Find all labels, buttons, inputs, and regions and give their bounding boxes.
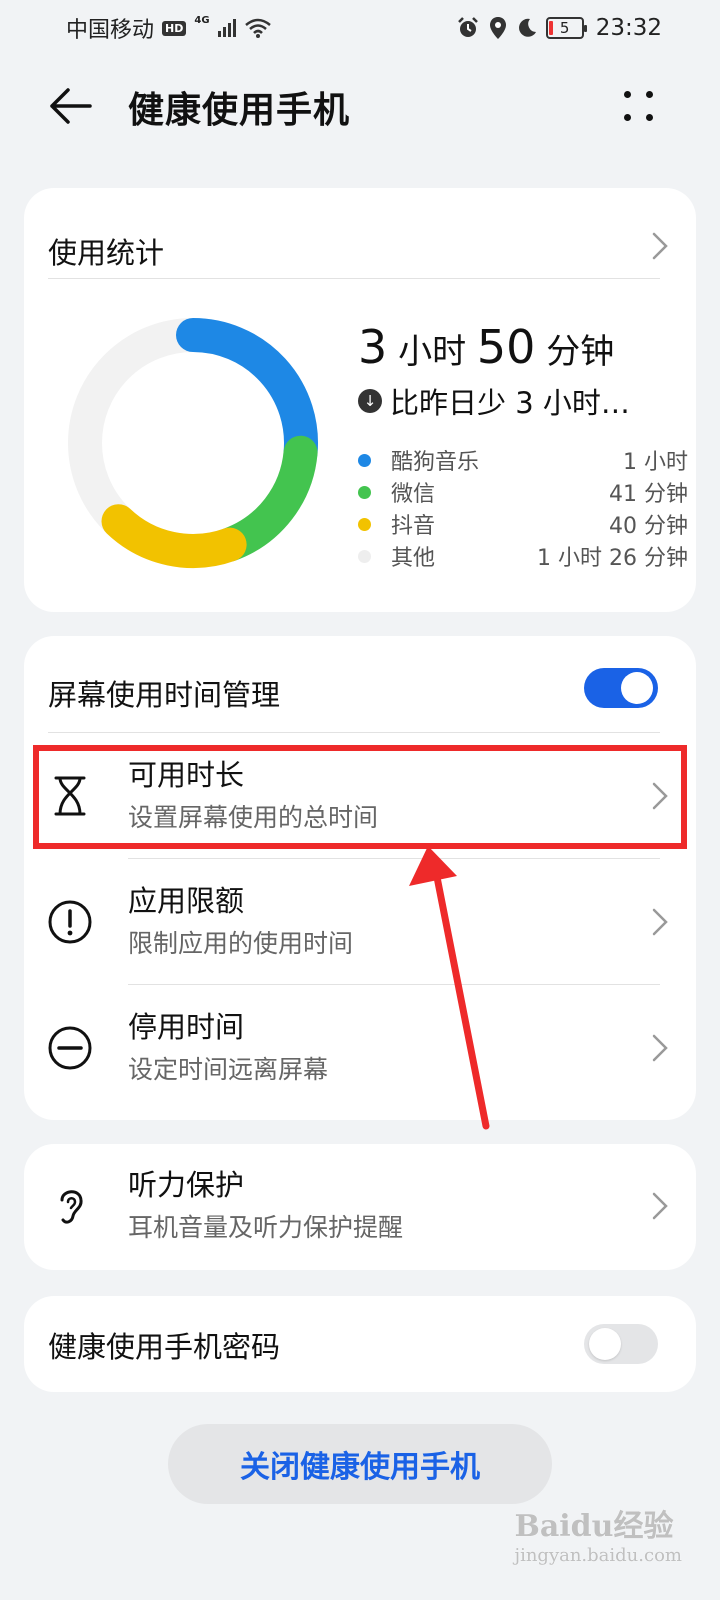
hearing-title: 听力保护 — [128, 1168, 245, 1202]
item-title: 应用限额 — [128, 884, 245, 918]
toggle-knob — [621, 672, 653, 704]
item-subtitle: 限制应用的使用时间 — [128, 929, 354, 958]
close-healthy-usage-button[interactable]: 关闭健康使用手机 — [168, 1424, 552, 1504]
status-left: 中国移动 HD 4G — [66, 12, 272, 44]
password-card: 健康使用手机密码 — [24, 1296, 696, 1392]
back-arrow-icon — [50, 88, 92, 124]
screen-time-card: 屏幕使用时间管理 可用时长 设置屏幕使用的总时间 应用限额 限制应用的使用时间 — [24, 636, 696, 1120]
legend-dot — [358, 453, 371, 467]
chevron-right-icon[interactable] — [652, 232, 668, 260]
watermark-sub: jingyan.baidu.com — [514, 1545, 682, 1566]
arrow-down-icon: ↓ — [358, 389, 382, 413]
clock: 23:32 — [595, 15, 662, 41]
app-limit-item[interactable]: 应用限额 限制应用的使用时间 — [24, 860, 696, 984]
usage-legend: 酷狗音乐 1 小时 微信 41 分钟 抖音 40 分钟 其他 1 小时 26 分… — [358, 444, 688, 572]
carrier-label: 中国移动 — [66, 18, 155, 43]
hd-badge: HD — [162, 20, 187, 36]
legend-app-name: 微信 — [391, 482, 436, 507]
legend-dot — [358, 485, 371, 499]
legend-app-name: 抖音 — [391, 514, 436, 539]
legend-app-value: 1 小时 26 分钟 — [537, 546, 688, 571]
donut-segment — [212, 435, 318, 562]
legend-item: 酷狗音乐 1 小时 — [358, 444, 688, 476]
app-header: 健康使用手机 — [0, 66, 720, 146]
more-options-button[interactable] — [622, 86, 658, 126]
network-label: 4G — [194, 14, 210, 26]
password-title: 健康使用手机密码 — [48, 1330, 281, 1364]
chevron-right-icon — [652, 1192, 668, 1220]
toggle-knob — [589, 1328, 621, 1360]
moon-icon — [518, 18, 536, 37]
donut-segment — [101, 504, 247, 568]
screen-time-title: 屏幕使用时间管理 — [48, 678, 281, 712]
minus-circle-icon — [48, 1026, 92, 1070]
legend-app-value: 41 分钟 — [609, 482, 688, 507]
donut-segment — [176, 318, 318, 470]
legend-app-value: 1 小时 — [623, 450, 688, 475]
chevron-right-icon — [652, 908, 668, 936]
hearing-protection-card[interactable]: 听力保护 耳机音量及听力保护提醒 — [24, 1144, 696, 1270]
legend-dot — [358, 549, 371, 563]
wifi-icon — [244, 18, 271, 38]
legend-item: 抖音 40 分钟 — [358, 508, 688, 540]
legend-app-name: 酷狗音乐 — [391, 450, 480, 475]
legend-item: 微信 41 分钟 — [358, 476, 688, 508]
legend-app-value: 40 分钟 — [609, 514, 688, 539]
legend-app-name: 其他 — [391, 546, 436, 571]
alarm-icon — [457, 17, 478, 37]
ear-icon — [60, 1190, 83, 1224]
battery-level: 5 — [559, 19, 570, 37]
highlight-box — [33, 745, 687, 849]
total-hours: 3 — [358, 320, 388, 374]
usage-donut-chart — [68, 318, 318, 568]
status-bar: 中国移动 HD 4G 5 23:32 — [0, 0, 720, 56]
divider — [128, 984, 660, 985]
usage-stats-title[interactable]: 使用统计 — [48, 230, 164, 272]
back-button[interactable] — [48, 86, 94, 126]
battery-icon: 5 — [545, 17, 587, 39]
divider — [48, 278, 660, 279]
chevron-right-icon — [652, 1034, 668, 1062]
hearing-subtitle: 耳机音量及听力保护提醒 — [128, 1213, 404, 1242]
legend-dot — [358, 517, 371, 531]
status-right: 5 23:32 — [456, 15, 662, 41]
item-subtitle: 设定时间远离屏幕 — [128, 1055, 329, 1084]
legend-item: 其他 1 小时 26 分钟 — [358, 540, 688, 572]
exclamation-circle-icon — [48, 900, 92, 944]
divider — [48, 732, 660, 733]
total-minutes: 50 — [476, 320, 536, 374]
compare-yesterday: ↓ 比昨日少 3 小时… — [358, 380, 630, 422]
watermark: Baidu经验 jingyan.baidu.com — [514, 1501, 682, 1566]
password-toggle[interactable] — [584, 1324, 658, 1364]
item-title: 停用时间 — [128, 1010, 245, 1044]
location-icon — [489, 17, 506, 39]
downtime-item[interactable]: 停用时间 设定时间远离屏幕 — [24, 986, 696, 1110]
page-title: 健康使用手机 — [128, 90, 351, 131]
screen-time-toggle[interactable] — [584, 668, 658, 708]
hours-unit: 小时 — [398, 332, 467, 372]
compare-text: 比昨日少 3 小时… — [390, 386, 630, 420]
signal-icon — [217, 19, 236, 37]
divider — [128, 858, 660, 859]
total-usage: 3 小时 50 分钟 — [358, 320, 614, 374]
usage-stats-card: 使用统计 3 小时 50 分钟 ↓ 比昨日少 3 小时… 酷狗音乐 1 小时 微… — [24, 188, 696, 612]
minutes-unit: 分钟 — [546, 332, 615, 372]
watermark-text: Baidu经验 — [514, 1509, 674, 1544]
